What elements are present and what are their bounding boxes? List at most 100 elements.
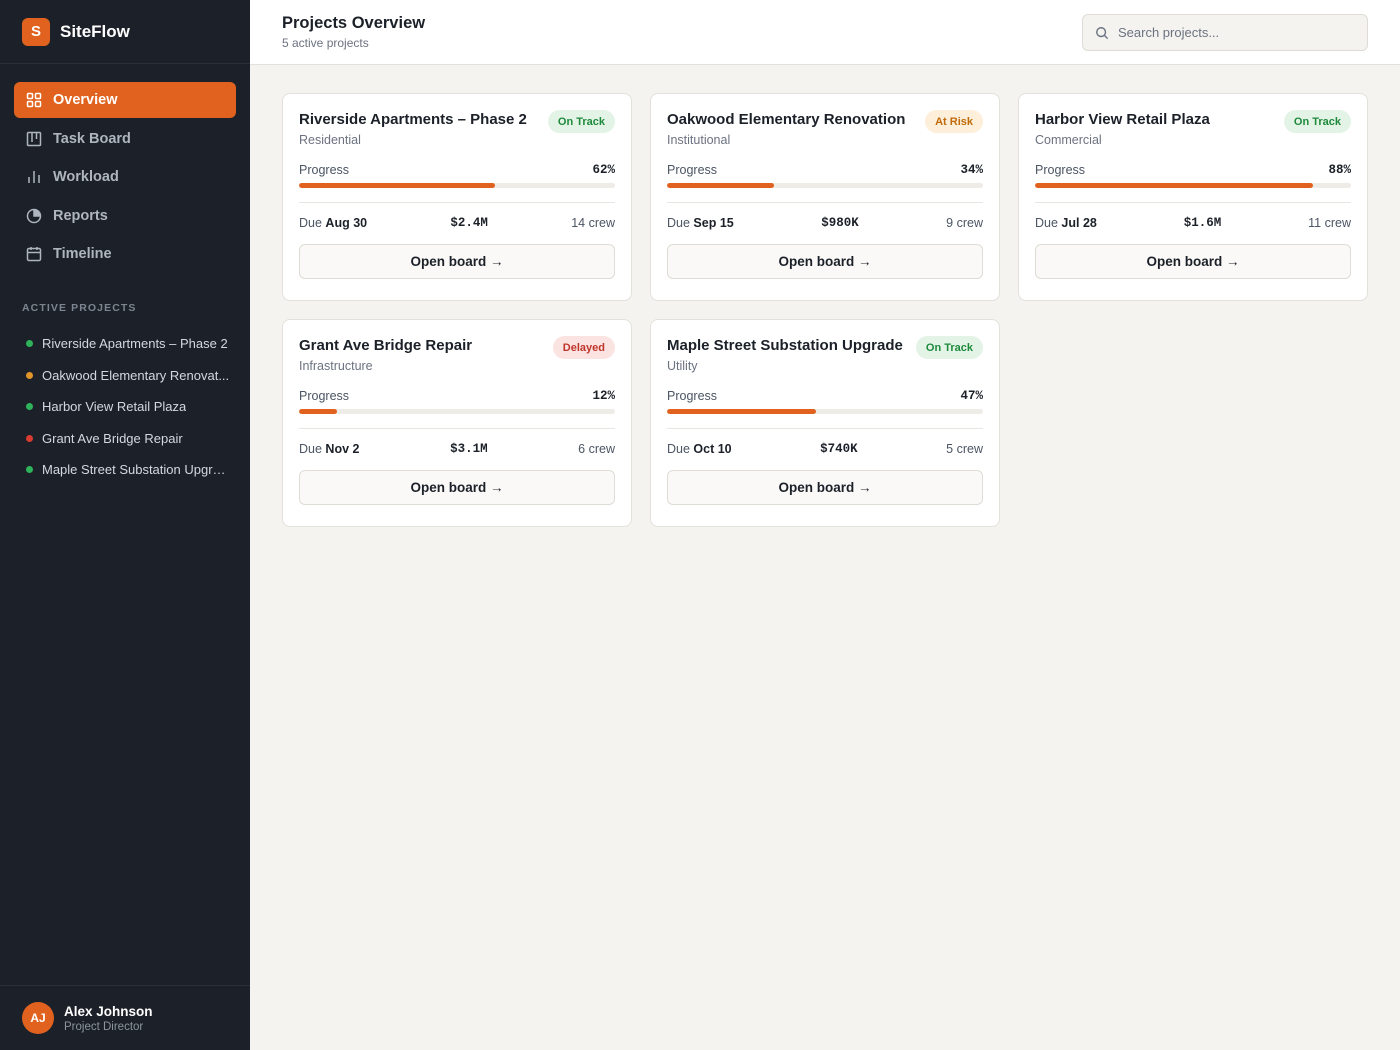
project-card: Harbor View Retail Plaza Commercial On T… [1018, 93, 1368, 301]
avatar: AJ [22, 1002, 54, 1034]
divider [299, 428, 615, 429]
nav-item-label: Timeline [53, 246, 112, 262]
grid-icon [26, 92, 42, 108]
status-dot [26, 434, 33, 442]
progress-percent: 88% [1328, 163, 1351, 177]
open-board-button[interactable]: Open board → [667, 244, 983, 279]
due-value: Oct 10 [693, 442, 732, 456]
project-type: Infrastructure [299, 359, 373, 373]
nav-item-label: Workload [53, 169, 119, 185]
user-profile[interactable]: AJ Alex Johnson Project Director [0, 985, 250, 1050]
due-date: Due Sep 15 [667, 216, 734, 230]
progress-bar-fill [667, 409, 816, 414]
project-card: Maple Street Substation Upgrade Utility … [650, 319, 1000, 527]
progress-bar [667, 409, 983, 414]
open-board-button[interactable]: Open board → [299, 244, 615, 279]
budget: $1.6M [1183, 216, 1222, 230]
project-card: Oakwood Elementary Renovation Institutio… [650, 93, 1000, 301]
sidebar-project-name: Grant Ave Bridge Repair [42, 430, 183, 446]
status-badge: At Risk [925, 110, 983, 133]
divider [299, 202, 615, 203]
project-meta: Due Aug 30 $2.4M 14 crew [299, 216, 615, 230]
sidebar-project-grant-ave[interactable]: Grant Ave Bridge Repair [0, 423, 250, 455]
nav-item-workload[interactable]: Workload [14, 159, 236, 195]
progress-bar-fill [667, 183, 775, 188]
open-board-button[interactable]: Open board → [667, 470, 983, 505]
open-board-button[interactable]: Open board → [299, 470, 615, 505]
due-date: Due Jul 28 [1035, 216, 1097, 230]
sidebar-project-name: Maple Street Substation Upgra... [42, 462, 230, 478]
nav-item-reports[interactable]: Reports [14, 198, 236, 234]
sidebar-project-oakwood[interactable]: Oakwood Elementary Renovat... [0, 360, 250, 392]
brand-name: SiteFlow [60, 21, 130, 41]
search-icon [1095, 26, 1109, 40]
due-value: Sep 15 [693, 216, 734, 230]
progress-row: Progress 88% [1035, 163, 1351, 177]
page-title: Projects Overview [282, 14, 426, 32]
crew-count: 11 crew [1308, 216, 1351, 230]
progress-row: Progress 62% [299, 163, 615, 177]
progress-bar [667, 183, 983, 188]
sidebar: S SiteFlow Overview Task Board Workload [0, 0, 250, 1050]
status-badge: On Track [547, 110, 615, 133]
bar-chart-icon [26, 169, 42, 185]
search-box[interactable] [1082, 14, 1368, 51]
user-role: Project Director [64, 1020, 144, 1033]
project-type: Commercial [1035, 133, 1102, 147]
nav-item-label: Overview [53, 92, 118, 108]
progress-percent: 12% [592, 389, 615, 403]
due-label: Due [667, 442, 690, 456]
sidebar-project-harbor-view[interactable]: Harbor View Retail Plaza [0, 391, 250, 423]
status-badge: Delayed [552, 336, 615, 359]
project-type: Utility [667, 359, 698, 373]
crew-count: 14 crew [571, 216, 615, 230]
active-projects-list: Riverside Apartments – Phase 2 Oakwood E… [0, 328, 250, 486]
sidebar-project-name: Riverside Apartments – Phase 2 [42, 336, 228, 352]
search-input[interactable] [1118, 25, 1358, 40]
sidebar-project-maple-street[interactable]: Maple Street Substation Upgra... [0, 454, 250, 486]
open-board-button[interactable]: Open board → [1035, 244, 1351, 279]
crew-count: 5 crew [946, 442, 983, 456]
due-label: Due [667, 216, 690, 230]
project-meta: Due Oct 10 $740K 5 crew [667, 442, 983, 456]
due-label: Due [299, 216, 322, 230]
progress-percent: 34% [960, 163, 983, 177]
nav-item-timeline[interactable]: Timeline [14, 236, 236, 272]
page-subtitle: 5 active projects [282, 36, 369, 50]
due-label: Due [1035, 216, 1058, 230]
page-header: Projects Overview 5 active projects [250, 0, 1400, 65]
kanban-icon [26, 131, 42, 147]
brand-logo: S [22, 17, 50, 46]
budget: $3.1M [450, 442, 488, 456]
crew-count: 6 crew [578, 442, 615, 456]
progress-label: Progress [1035, 163, 1086, 177]
project-meta: Due Nov 2 $3.1M 6 crew [299, 442, 615, 456]
due-date: Due Aug 30 [299, 216, 367, 230]
progress-label: Progress [299, 163, 350, 177]
progress-percent: 62% [592, 163, 615, 177]
progress-row: Progress 47% [667, 389, 983, 403]
divider [1035, 202, 1351, 203]
due-value: Jul 28 [1061, 216, 1097, 230]
progress-bar [299, 409, 615, 414]
status-badge: On Track [915, 336, 983, 359]
progress-bar-fill [1035, 183, 1314, 188]
progress-percent: 47% [960, 389, 983, 403]
project-meta: Due Jul 28 $1.6M 11 crew [1035, 216, 1351, 230]
project-card: Riverside Apartments – Phase 2 Residenti… [282, 93, 632, 301]
user-name: Alex Johnson [64, 1003, 153, 1019]
progress-label: Progress [299, 389, 350, 403]
status-dot [26, 403, 33, 411]
nav-item-overview[interactable]: Overview [14, 82, 236, 118]
brand[interactable]: S SiteFlow [0, 0, 250, 64]
progress-row: Progress 34% [667, 163, 983, 177]
due-label: Due [299, 442, 322, 456]
status-badge: On Track [1283, 110, 1351, 133]
progress-bar [299, 183, 615, 188]
status-dot [26, 371, 33, 379]
sidebar-project-riverside[interactable]: Riverside Apartments – Phase 2 [0, 328, 250, 360]
status-dot [26, 340, 33, 348]
divider [667, 202, 983, 203]
nav-item-task-board[interactable]: Task Board [14, 121, 236, 157]
due-value: Aug 30 [325, 216, 368, 230]
